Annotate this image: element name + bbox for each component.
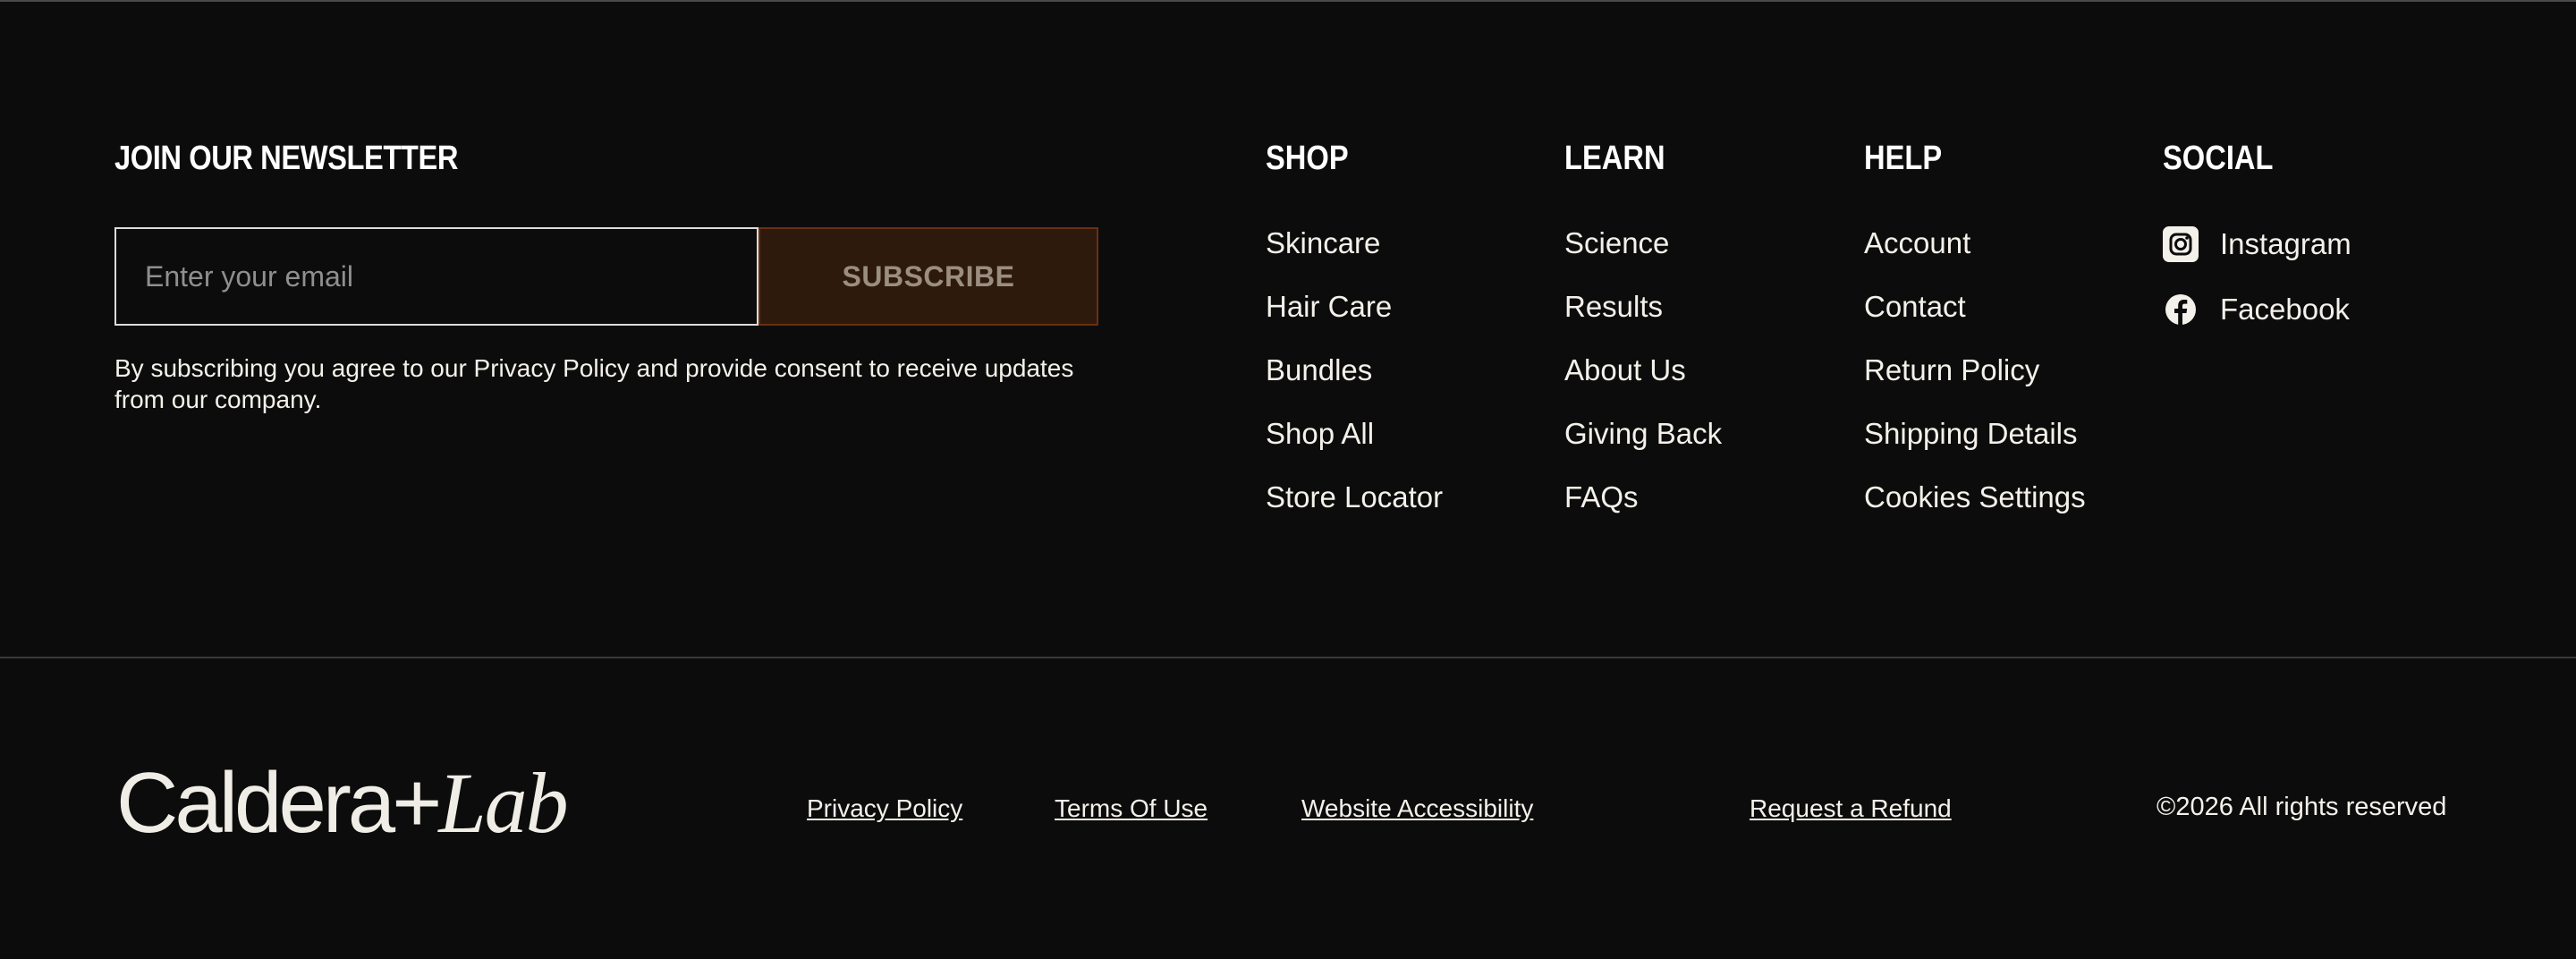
learn-links: Science Results About Us Giving Back FAQ… <box>1564 225 1722 543</box>
copyright-text: ©2026 All rights reserved <box>2157 793 2447 821</box>
brand-logo[interactable]: Caldera+Lab <box>116 760 569 846</box>
help-link-account[interactable]: Account <box>1864 225 2086 289</box>
learn-heading: LEARN <box>1564 140 1665 177</box>
footer-divider <box>0 657 2576 658</box>
social-link-instagram[interactable]: Instagram <box>2163 211 2351 276</box>
email-input[interactable] <box>114 227 758 326</box>
request-refund-link[interactable]: Request a Refund <box>1750 794 1952 823</box>
social-links: Instagram Facebook <box>2163 211 2351 342</box>
help-links: Account Contact Return Policy Shipping D… <box>1864 225 2086 543</box>
help-link-return-policy[interactable]: Return Policy <box>1864 352 2086 416</box>
shop-link-skincare[interactable]: Skincare <box>1266 225 1443 289</box>
help-heading: HELP <box>1864 140 1943 177</box>
privacy-policy-link[interactable]: Privacy Policy <box>807 794 962 823</box>
shop-link-bundles[interactable]: Bundles <box>1266 352 1443 416</box>
shop-link-shop-all[interactable]: Shop All <box>1266 416 1443 480</box>
facebook-icon <box>2163 292 2199 327</box>
newsletter-title: JOIN OUR NEWSLETTER <box>114 140 459 177</box>
learn-link-science[interactable]: Science <box>1564 225 1722 289</box>
shop-links: Skincare Hair Care Bundles Shop All Stor… <box>1266 225 1443 543</box>
learn-link-faqs[interactable]: FAQs <box>1564 480 1722 543</box>
shop-link-hair-care[interactable]: Hair Care <box>1266 289 1443 352</box>
learn-link-results[interactable]: Results <box>1564 289 1722 352</box>
help-link-cookies-settings[interactable]: Cookies Settings <box>1864 480 2086 543</box>
social-link-facebook[interactable]: Facebook <box>2163 276 2351 342</box>
terms-of-use-link[interactable]: Terms Of Use <box>1055 794 1208 823</box>
instagram-label[interactable]: Instagram <box>2220 227 2351 261</box>
website-accessibility-link[interactable]: Website Accessibility <box>1301 794 1533 823</box>
instagram-icon <box>2163 225 2199 262</box>
help-link-shipping-details[interactable]: Shipping Details <box>1864 416 2086 480</box>
subscribe-button[interactable]: SUBSCRIBE <box>758 227 1098 326</box>
facebook-label[interactable]: Facebook <box>2220 293 2350 327</box>
top-divider <box>0 0 2576 2</box>
shop-heading: SHOP <box>1266 140 1349 177</box>
learn-link-giving-back[interactable]: Giving Back <box>1564 416 1722 480</box>
consent-text: By subscribing you agree to our Privacy … <box>114 354 1074 413</box>
shop-link-store-locator[interactable]: Store Locator <box>1266 480 1443 543</box>
learn-link-about-us[interactable]: About Us <box>1564 352 1722 416</box>
social-heading: SOCIAL <box>2163 140 2274 177</box>
help-link-contact[interactable]: Contact <box>1864 289 2086 352</box>
